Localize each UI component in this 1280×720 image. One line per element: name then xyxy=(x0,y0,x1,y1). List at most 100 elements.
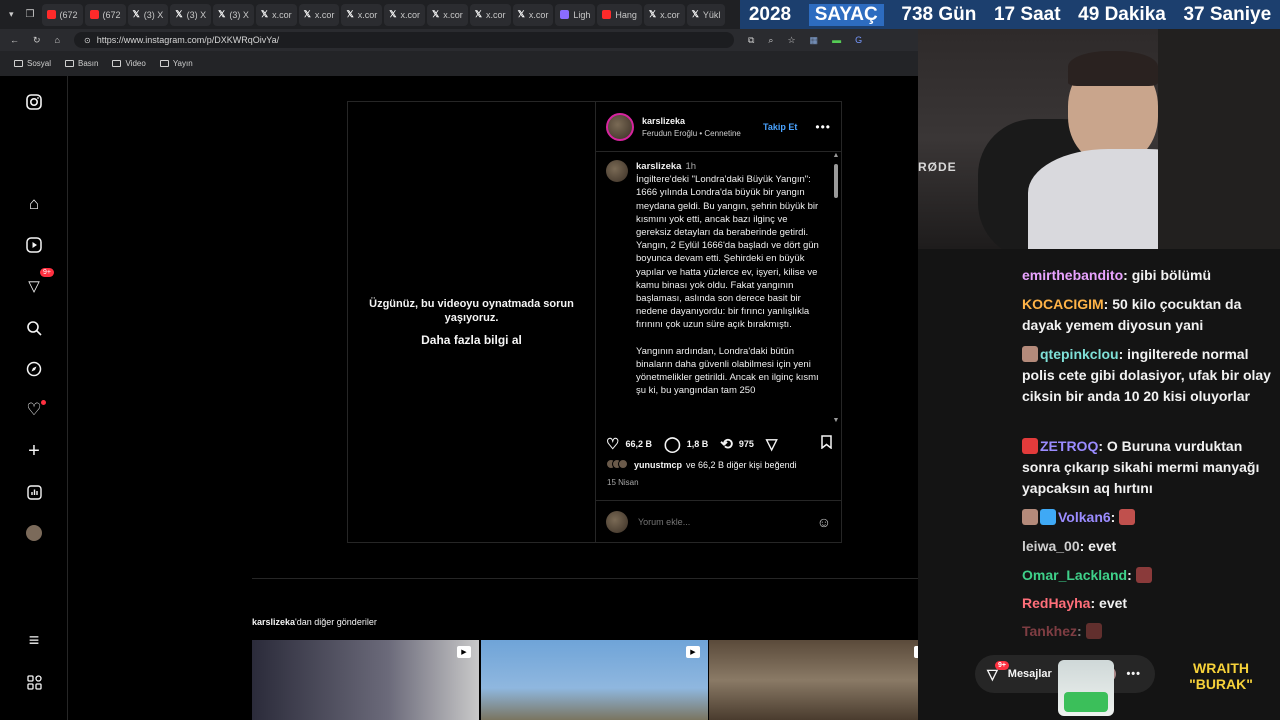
x-logo-icon: 𝕏 xyxy=(389,9,397,19)
browser-tab[interactable]: 𝕏 Yükl xyxy=(686,3,726,26)
bookmark-star-icon[interactable]: ☆ xyxy=(787,35,795,46)
extension-icon[interactable]: ▬ xyxy=(832,35,841,45)
video-player[interactable]: Üzgünüz, bu videoyu oynatmada sorun yaşı… xyxy=(347,101,596,543)
browser-tab[interactable]: 𝕏x.cor xyxy=(427,3,468,26)
countdown-minutes: 49 Dakika xyxy=(1078,3,1166,25)
browser-tab[interactable]: Hang xyxy=(597,3,642,26)
tab-title: x.cor xyxy=(486,9,506,20)
browser-tab[interactable]: 𝕏 (3) X xyxy=(170,3,212,26)
comment-count: 1,8 B xyxy=(686,439,709,449)
brand-line-1: WRAITH xyxy=(1193,660,1249,676)
tab-grid-icon[interactable]: ❒ xyxy=(21,9,40,20)
home-icon[interactable]: ⌂ xyxy=(22,192,46,216)
chat-emote xyxy=(1119,509,1136,525)
more-post-thumbnail[interactable]: ▶ xyxy=(252,640,479,720)
bookmark-folder-sosyal[interactable]: Sosyal xyxy=(14,59,51,68)
chat-emote xyxy=(1135,567,1152,583)
tab-title: x.cor xyxy=(357,9,378,20)
instagram-sidebar: ⌂ ▽ 9+ ♡ + ≡ xyxy=(0,76,68,720)
more-options-icon[interactable]: ••• xyxy=(815,120,831,134)
folder-icon xyxy=(14,60,23,67)
tab-title: Hang xyxy=(615,9,637,20)
follow-button[interactable]: Takip Et xyxy=(763,122,797,132)
url-field[interactable]: ⊙ https://www.instagram.com/p/DXKWRqOivY… xyxy=(73,32,734,48)
bookmark-folder-basin[interactable]: Basın xyxy=(65,59,98,68)
zoom-icon[interactable]: ⌕ xyxy=(768,35,773,46)
chat-emote xyxy=(1022,509,1038,525)
browser-tab[interactable]: 𝕏 (3) X xyxy=(213,3,254,26)
learn-more-link[interactable]: Daha fazla bilgi al xyxy=(421,333,522,347)
chair-back xyxy=(1158,29,1280,249)
bookmark-folder-yayin[interactable]: Yayın xyxy=(159,59,193,68)
browser-tab[interactable]: 𝕏x.cor xyxy=(298,3,340,26)
browser-tab[interactable]: 𝕏x.cor xyxy=(643,3,685,26)
author-username[interactable]: karslizeka xyxy=(642,116,755,126)
reels-icon[interactable] xyxy=(22,233,46,257)
search-icon[interactable] xyxy=(22,316,46,340)
like-heart-icon[interactable]: ♡ xyxy=(606,435,619,453)
tab-list-chevron-icon[interactable]: ▾ xyxy=(4,9,19,20)
install-app-icon[interactable]: ⧉ xyxy=(748,35,754,46)
translate-icon[interactable]: G xyxy=(855,35,862,45)
site-info-icon[interactable]: ⊙ xyxy=(84,36,91,45)
liked-by-rest[interactable]: ve 66,2 B diğer kişi beğendi xyxy=(686,460,797,470)
audio-info[interactable]: Ferudun Eroğlu • Cennetine xyxy=(642,129,755,138)
more-posts-username[interactable]: karslizeka xyxy=(252,617,295,627)
scrollbar-thumb[interactable] xyxy=(834,164,838,198)
browser-tab[interactable]: 𝕏x.cor xyxy=(255,3,297,26)
comment-input[interactable] xyxy=(638,516,807,527)
liked-by-username[interactable]: yunustmcp xyxy=(634,460,682,470)
scroll-up-icon[interactable]: ▲ xyxy=(832,152,840,159)
webcam-feed xyxy=(918,29,1280,249)
notifications-badge: 9+ xyxy=(40,268,54,277)
caption-time: 1h xyxy=(685,161,697,172)
explore-compass-icon[interactable] xyxy=(22,357,46,381)
caption-author-avatar[interactable] xyxy=(606,160,628,182)
chat-message: RedHayha: evet xyxy=(1022,595,1128,611)
reload-icon[interactable]: ↻ xyxy=(33,35,41,46)
dashboard-chart-icon[interactable] xyxy=(22,480,46,504)
browser-tab[interactable]: 𝕏x.cor xyxy=(384,3,425,26)
browser-tab[interactable]: Ligh xyxy=(555,3,596,26)
browser-tab[interactable]: (672 xyxy=(84,3,126,26)
more-post-thumbnail[interactable]: ▶ xyxy=(709,640,936,720)
browser-tab[interactable]: 𝕏 (3) X xyxy=(127,3,169,26)
scroll-down-icon[interactable]: ▼ xyxy=(832,417,840,424)
home-icon[interactable]: ⌂ xyxy=(55,35,60,45)
chat-message: leiwa_00: evet xyxy=(1022,538,1117,554)
create-plus-icon[interactable]: + xyxy=(22,439,46,463)
browser-tab[interactable]: 𝕏x.cor xyxy=(469,3,511,26)
menu-hamburger-icon[interactable]: ≡ xyxy=(22,628,46,652)
messages-label: Mesajlar xyxy=(1007,668,1052,680)
more-icon[interactable]: ••• xyxy=(1126,668,1141,680)
caption-paragraph-2: Yangının ardından, Londra'daki bütün bin… xyxy=(636,345,819,397)
instagram-logo-icon[interactable] xyxy=(22,90,46,114)
caption-scrollbar[interactable]: ▲ ▼ xyxy=(832,152,840,424)
back-arrow-icon[interactable]: ← xyxy=(10,35,19,45)
browser-tab[interactable]: 𝕏x.cor xyxy=(341,3,383,26)
profile-avatar[interactable] xyxy=(22,521,46,545)
repost-icon[interactable]: ⟲ xyxy=(720,435,733,453)
chat-message: KOCACIGIM: 50 kilo çocuktan da dayak yem… xyxy=(1022,296,1242,333)
chat-message: Omar_Lackland: xyxy=(1022,565,1272,586)
extension-icon[interactable]: ▦ xyxy=(810,35,819,46)
bookmark-folder-video[interactable]: Video xyxy=(112,59,146,68)
also-from-meta-icon[interactable] xyxy=(22,670,46,694)
messages-icon[interactable]: ▽ 9+ xyxy=(22,268,54,298)
caption-username[interactable]: karslizeka xyxy=(636,161,681,172)
save-bookmark-icon[interactable] xyxy=(821,435,832,453)
x-logo-icon: 𝕏 xyxy=(432,9,440,19)
author-avatar[interactable] xyxy=(606,112,634,141)
chat-emote xyxy=(1040,509,1056,525)
share-send-icon[interactable]: ▽ xyxy=(766,435,778,453)
notifications-heart-icon[interactable]: ♡ xyxy=(22,398,46,422)
browser-tab[interactable]: (672 xyxy=(41,3,83,26)
browser-tab[interactable]: 𝕏x.cor xyxy=(512,3,554,26)
countdown-year: 2028 xyxy=(748,3,792,25)
emoji-icon[interactable]: ☺ xyxy=(817,514,831,530)
youtube-icon xyxy=(602,10,612,19)
tab-title: x.cor xyxy=(314,9,335,20)
comment-bubble-icon[interactable]: ◯ xyxy=(664,435,681,453)
more-post-thumbnail[interactable]: ▶ xyxy=(481,640,708,720)
chat-username: RedHayha xyxy=(1022,595,1091,611)
